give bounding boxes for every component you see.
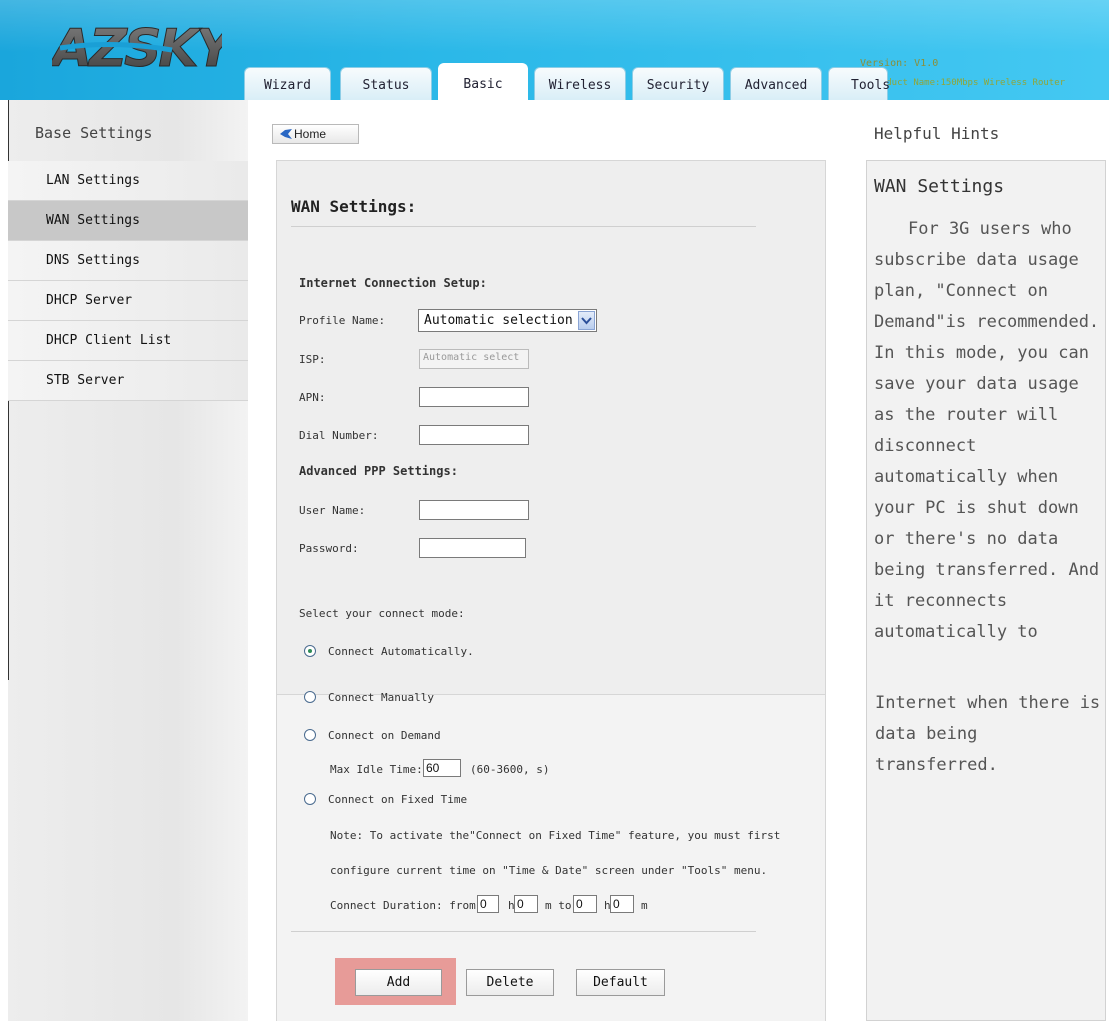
radio-connect-manually[interactable] [304, 691, 316, 703]
sidebar-item-stb-server[interactable]: STB Server [8, 361, 248, 401]
sidebar-item-dns-settings[interactable]: DNS Settings [8, 241, 248, 281]
dial-number-field[interactable] [419, 425, 529, 445]
tab-wireless[interactable]: Wireless [534, 67, 626, 100]
profile-name-label: Profile Name: [299, 314, 386, 327]
sidebar-item-lan-settings[interactable]: LAN Settings [8, 161, 248, 201]
tab-status[interactable]: Status [340, 67, 432, 100]
from-hour-value: 0 [480, 897, 487, 911]
mode-connect-on-demand[interactable]: Connect on Demand [304, 729, 441, 742]
sidebar-title: Base Settings [35, 124, 153, 142]
home-bird-icon [280, 129, 292, 139]
tab-basic[interactable]: Basic [438, 63, 528, 100]
radio-connect-automatically[interactable] [304, 645, 316, 657]
dial-number-label: Dial Number: [299, 429, 379, 442]
mode-connect-manually[interactable]: Connect Manually [304, 691, 434, 704]
connect-mode-label: Select your connect mode: [299, 607, 465, 620]
delete-button[interactable]: Delete [466, 969, 554, 996]
bottom-divider [291, 931, 756, 932]
tab-advanced[interactable]: Advanced [730, 67, 822, 100]
dropdown-arrow-icon[interactable] [578, 311, 595, 330]
connection-setup-heading: Internet Connection Setup: [299, 276, 487, 290]
default-button[interactable]: Default [576, 969, 665, 996]
profile-name-value: Automatic selection [424, 313, 573, 328]
page-title: WAN Settings: [291, 197, 417, 216]
from-hour-input[interactable]: 0 [477, 895, 499, 913]
from-minute-input[interactable]: 0 [514, 895, 538, 913]
max-idle-value: 60 [426, 761, 440, 775]
add-button[interactable]: Add [355, 969, 442, 996]
hints-heading: WAN Settings [874, 176, 1005, 197]
title-divider [291, 226, 756, 227]
profile-name-select[interactable]: Automatic selection [418, 309, 597, 332]
isp-field[interactable]: Automatic select [419, 349, 529, 369]
hints-body-continued: Internet when there is data being transf… [875, 693, 1101, 775]
isp-placeholder: Automatic select [423, 352, 520, 363]
note-line-2: configure current time on "Time & Date" … [330, 864, 768, 877]
apn-label: APN: [299, 391, 326, 404]
duration-label: Connect Duration: from [330, 899, 476, 912]
to-hour-input[interactable]: 0 [573, 895, 597, 913]
password-label: Password: [299, 542, 359, 555]
mode-label: Connect Automatically. [328, 645, 474, 658]
radio-connect-on-fixed-time[interactable] [304, 793, 316, 805]
product-name-text: Product Name:150Mbps Wireless Router [870, 78, 1066, 88]
advanced-ppp-heading: Advanced PPP Settings: [299, 464, 458, 478]
mode-label: Connect on Demand [328, 729, 441, 742]
home-button-label: Home [294, 127, 327, 141]
max-idle-range: (60-3600, s) [470, 763, 550, 776]
sidebar-item-dhcp-server[interactable]: DHCP Server [8, 281, 248, 321]
max-idle-input[interactable]: 60 [423, 759, 461, 777]
note-line-1: Note: To activate the"Connect on Fixed T… [330, 829, 781, 842]
add-button-label: Add [386, 975, 411, 990]
to-minute-input[interactable]: 0 [610, 895, 634, 913]
radio-connect-on-demand[interactable] [304, 729, 316, 741]
mode-label: Connect Manually [328, 691, 434, 704]
tab-security[interactable]: Security [632, 67, 724, 100]
mode-connect-on-fixed-time[interactable]: Connect on Fixed Time [304, 793, 467, 806]
user-name-label: User Name: [299, 504, 366, 517]
max-idle-label: Max Idle Time: [330, 763, 423, 776]
tab-wizard[interactable]: Wizard [244, 67, 331, 100]
from-minute-value: 0 [517, 897, 524, 911]
azsky-logo: AZSKY [52, 19, 222, 79]
svg-text:AZSKY: AZSKY [52, 19, 222, 78]
sidebar-item-dhcp-client-list[interactable]: DHCP Client List [8, 321, 248, 361]
mode-connect-automatically[interactable]: Connect Automatically. [304, 645, 474, 658]
to-hour-value: 0 [576, 897, 583, 911]
delete-button-label: Delete [486, 975, 534, 990]
hints-body: For 3G users who subscribe data usage pl… [874, 219, 1100, 642]
apn-field[interactable] [419, 387, 529, 407]
password-field[interactable] [419, 538, 526, 558]
default-button-label: Default [593, 975, 648, 990]
isp-label: ISP: [299, 353, 326, 366]
tab-tools[interactable]: Tools [828, 67, 890, 100]
home-button[interactable]: Home [272, 124, 359, 144]
sidebar-item-wan-settings[interactable]: WAN Settings [8, 201, 248, 241]
mode-label: Connect on Fixed Time [328, 793, 468, 806]
minute-unit-2: m [641, 899, 648, 912]
user-name-field[interactable] [419, 500, 529, 520]
hints-title: Helpful Hints [874, 124, 1000, 143]
header-bar: AZSKY Version: V1.0 Product Name:150Mbps… [0, 0, 1109, 100]
minute-to-label: m to [545, 899, 572, 912]
to-minute-value: 0 [613, 897, 620, 911]
